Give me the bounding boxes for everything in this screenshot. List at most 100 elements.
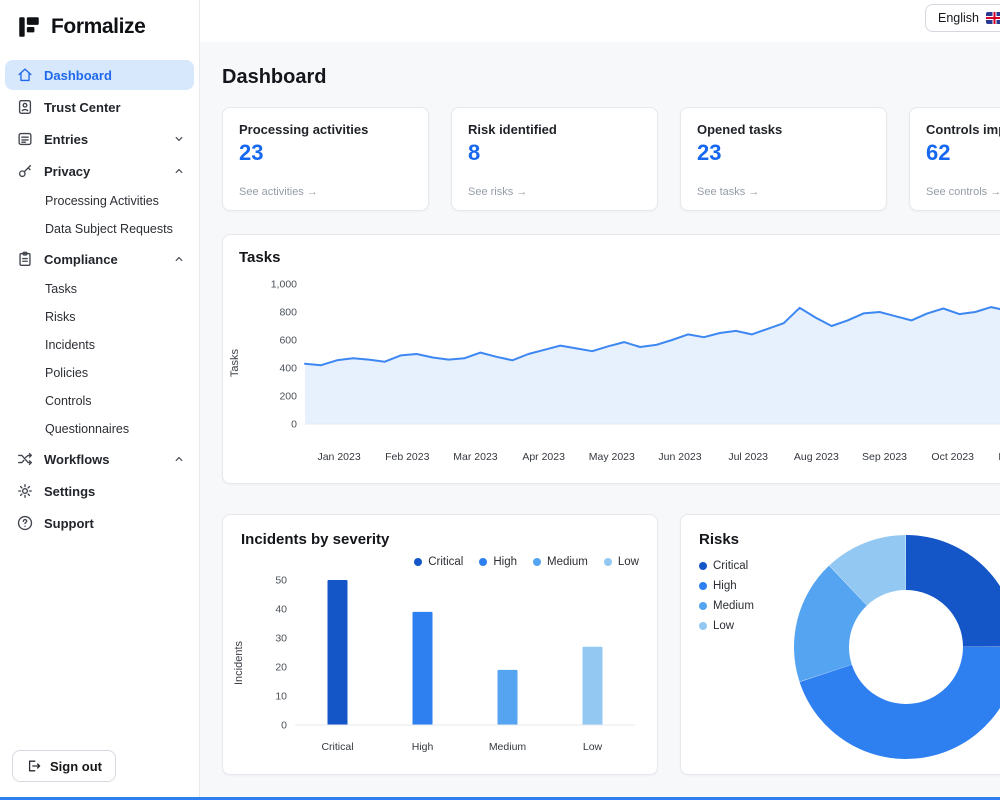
tasks-chart-card: Tasks Tasks 02004006008001,000Jan 2023Fe… — [222, 234, 1000, 484]
sidebar-subitem-label: Policies — [45, 366, 88, 380]
legend-item-critical: Critical — [699, 560, 789, 572]
gear-icon — [16, 482, 34, 500]
incidents-chart-card: Incidents by severity Critical High Medi… — [222, 514, 658, 775]
svg-text:1,000: 1,000 — [271, 279, 297, 291]
sidebar-item-label: Trust Center — [44, 100, 121, 115]
sidebar-item-entries[interactable]: Entries — [5, 124, 194, 154]
stat-value: 23 — [697, 140, 870, 166]
sidebar-item-trust-center[interactable]: Trust Center — [5, 92, 194, 122]
stat-value: 23 — [239, 140, 412, 166]
stat-title: Risk identified — [468, 122, 641, 137]
legend-label: Critical — [713, 560, 748, 572]
see-controls-link[interactable]: See controls → — [926, 186, 1000, 198]
sidebar-subitem-label: Risks — [45, 310, 76, 324]
sidebar-item-label: Support — [44, 516, 94, 531]
low-dot-icon — [604, 558, 612, 566]
stat-card-risk-identified: Risk identified 8 See risks → — [451, 107, 658, 211]
svg-text:30: 30 — [275, 633, 287, 645]
stat-title: Controls implemented — [926, 122, 1000, 137]
svg-text:Apr 2023: Apr 2023 — [522, 451, 565, 463]
sidebar-item-questionnaires[interactable]: Questionnaires — [5, 416, 194, 442]
legend-label: High — [493, 556, 517, 568]
chevron-down-icon — [172, 132, 186, 146]
svg-text:800: 800 — [279, 307, 297, 319]
svg-text:400: 400 — [279, 363, 297, 375]
incidents-chart-title: Incidents by severity — [241, 531, 639, 548]
uk-flag-icon — [986, 12, 1000, 24]
language-selector-button[interactable]: English — [925, 4, 1000, 32]
bottom-charts-row: Incidents by severity Critical High Medi… — [222, 514, 1000, 775]
svg-text:Feb 2023: Feb 2023 — [385, 451, 430, 463]
svg-text:40: 40 — [275, 604, 287, 616]
legend-label: Medium — [713, 600, 754, 612]
stat-card-processing-activities: Processing activities 23 See activities … — [222, 107, 429, 211]
legend-label: High — [713, 580, 737, 592]
sidebar-item-processing-activities[interactable]: Processing Activities — [5, 188, 194, 214]
see-tasks-link[interactable]: See tasks → — [697, 186, 759, 198]
sidebar-item-label: Workflows — [44, 452, 110, 467]
stat-card-opened-tasks: Opened tasks 23 See tasks → — [680, 107, 887, 211]
legend-item-low: Low — [699, 620, 789, 632]
svg-text:May 2023: May 2023 — [589, 451, 635, 463]
svg-text:20: 20 — [275, 662, 287, 674]
sidebar-item-dashboard[interactable]: Dashboard — [5, 60, 194, 90]
svg-text:High: High — [412, 741, 434, 753]
logout-icon — [26, 758, 42, 774]
svg-text:200: 200 — [279, 391, 297, 403]
legend-item-medium: Medium — [699, 600, 789, 612]
stat-value: 8 — [468, 140, 641, 166]
svg-text:Jun 2023: Jun 2023 — [658, 451, 701, 463]
svg-text:Jan 2023: Jan 2023 — [317, 451, 360, 463]
sidebar-item-risks[interactable]: Risks — [5, 304, 194, 330]
sidebar-item-policies[interactable]: Policies — [5, 360, 194, 386]
sidebar-subitem-label: Controls — [45, 394, 92, 408]
svg-text:0: 0 — [281, 720, 287, 732]
see-activities-link[interactable]: See activities → — [239, 186, 318, 198]
svg-text:Jul 2023: Jul 2023 — [728, 451, 768, 463]
sidebar-item-privacy[interactable]: Privacy — [5, 156, 194, 186]
chevron-up-icon — [172, 252, 186, 266]
clipboard-icon — [16, 250, 34, 268]
incidents-y-axis-label: Incidents — [233, 641, 245, 685]
sidebar-item-incidents[interactable]: Incidents — [5, 332, 194, 358]
svg-text:Mar 2023: Mar 2023 — [453, 451, 498, 463]
medium-dot-icon — [699, 602, 707, 610]
risks-donut-chart — [788, 529, 1000, 765]
sidebar-item-label: Compliance — [44, 252, 118, 267]
app-logo-text: Formalize — [51, 15, 145, 39]
sidebar-item-workflows[interactable]: Workflows — [5, 444, 194, 474]
key-icon — [16, 162, 34, 180]
svg-text:Critical: Critical — [321, 741, 353, 753]
legend-label: Medium — [547, 556, 588, 568]
sidebar-subitem-label: Processing Activities — [45, 194, 159, 208]
stat-title: Opened tasks — [697, 122, 870, 137]
sidebar-item-controls[interactable]: Controls — [5, 388, 194, 414]
page-title: Dashboard — [222, 66, 1000, 89]
signout-area: Sign out — [0, 738, 199, 800]
legend-label: Low — [618, 556, 639, 568]
sidebar-subitem-label: Data Subject Requests — [45, 222, 173, 236]
svg-text:50: 50 — [275, 575, 287, 587]
tasks-y-axis-label: Tasks — [229, 349, 241, 377]
sidebar-item-data-subject-requests[interactable]: Data Subject Requests — [5, 216, 194, 242]
sidebar-item-tasks[interactable]: Tasks — [5, 276, 194, 302]
risks-legend: Critical High Medium Low — [699, 560, 789, 632]
sidebar-item-support[interactable]: Support — [5, 508, 194, 538]
sidebar-item-compliance[interactable]: Compliance — [5, 244, 194, 274]
legend-item-critical: Critical — [414, 556, 463, 568]
svg-text:Sep 2023: Sep 2023 — [862, 451, 907, 463]
sign-out-button[interactable]: Sign out — [12, 750, 116, 782]
tasks-line-chart: 02004006008001,000Jan 2023Feb 2023Mar 20… — [255, 272, 1000, 470]
critical-dot-icon — [699, 562, 707, 570]
sidebar-subitem-label: Tasks — [45, 282, 77, 296]
sidebar-nav: Dashboard Trust Center Entries Privacy — [0, 58, 199, 738]
legend-label: Low — [713, 620, 734, 632]
legend-item-high: High — [699, 580, 789, 592]
app-logo: Formalize — [0, 0, 199, 58]
sidebar-item-settings[interactable]: Settings — [5, 476, 194, 506]
sidebar: Formalize Dashboard Trust Center Entries — [0, 0, 200, 800]
sidebar-subitem-label: Incidents — [45, 338, 95, 352]
see-risks-link[interactable]: See risks → — [468, 186, 527, 198]
chevron-up-icon — [172, 164, 186, 178]
svg-text:600: 600 — [279, 335, 297, 347]
